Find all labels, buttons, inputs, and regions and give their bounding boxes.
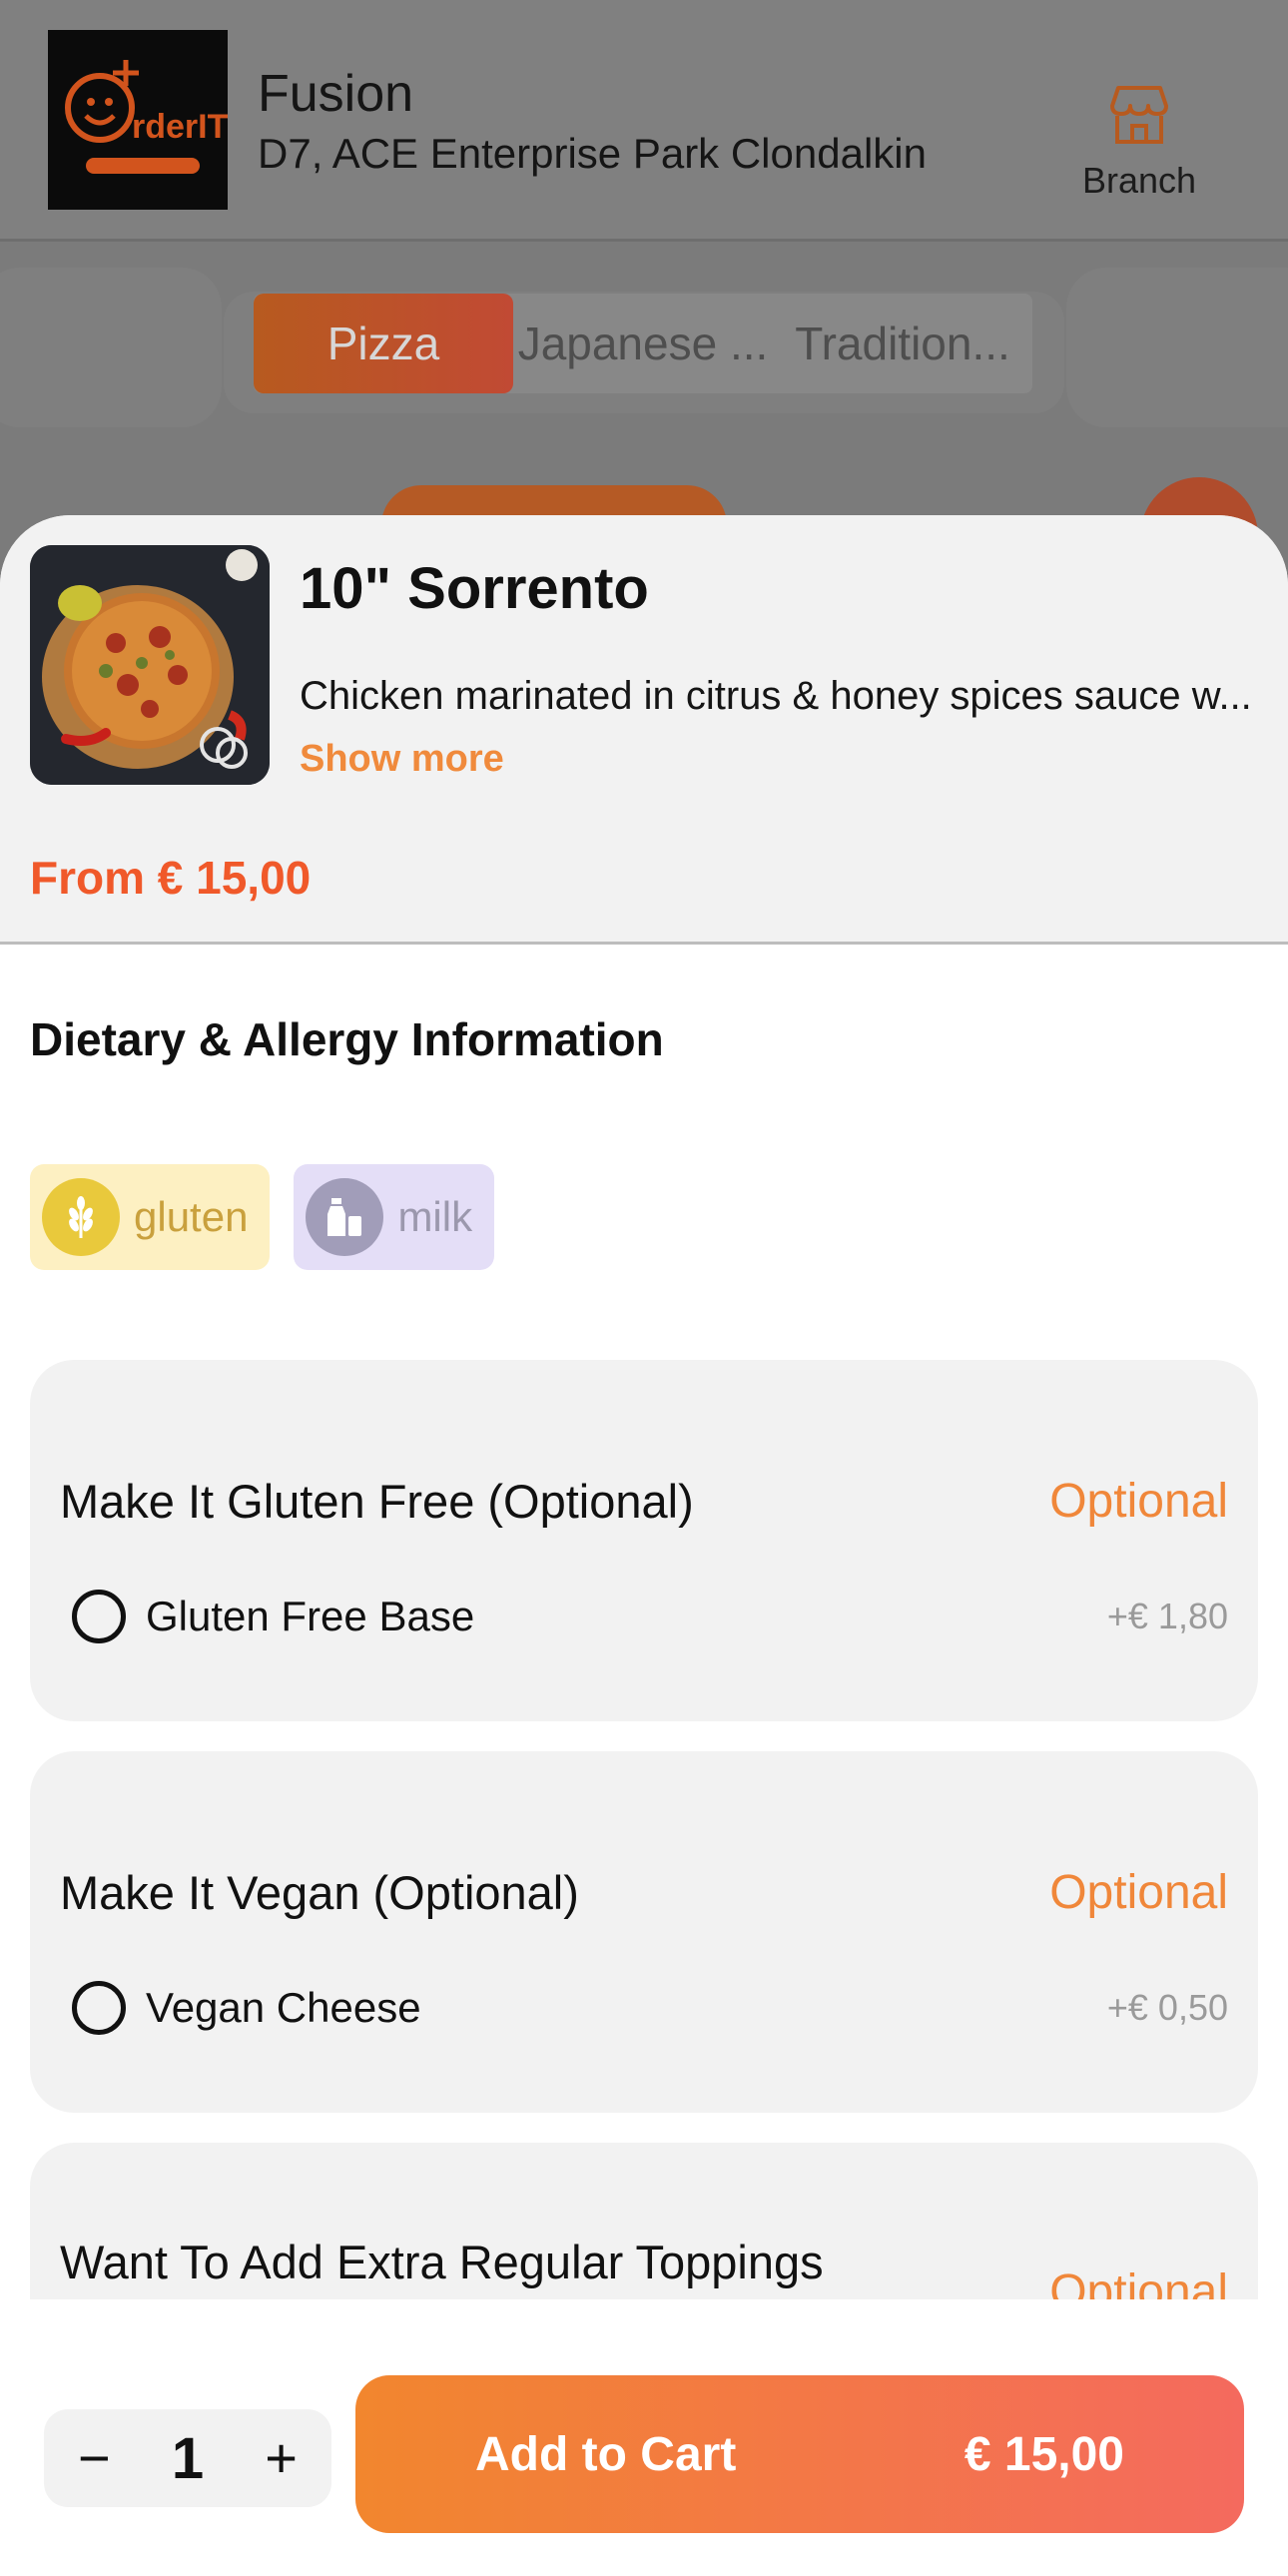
allergy-section-title: Dietary & Allergy Information [30,1013,664,1065]
show-more-link[interactable]: Show more [300,738,504,780]
svg-text:rderIT: rderIT [132,108,228,146]
option-group-vegan: Make It Vegan (Optional) Optional Vegan … [30,1751,1258,2113]
product-image [30,545,270,785]
product-description: Chicken marinated in citrus & honey spic… [300,665,1258,790]
product-summary: 10" Sorrento Chicken marinated in citrus… [0,515,1288,945]
option-label: Vegan Cheese [146,1984,421,2031]
option-group-gluten-free: Make It Gluten Free (Optional) Optional … [30,1360,1258,1721]
quantity-stepper: − 1 + [44,2409,331,2507]
storefront-icon [1110,86,1168,144]
option-group-title: Make It Gluten Free (Optional) [60,1475,694,1528]
tab-pizza[interactable]: Pizza [254,294,513,393]
app-header: rderIT Fusion D7, ACE Enterprise Park Cl… [0,0,1288,242]
description-text: Chicken marinated in citrus & honey spic… [300,674,1252,718]
option-gluten-free-base[interactable]: Gluten Free Base +€ 1,80 [72,1590,1228,1643]
increase-quantity-button[interactable]: + [265,2430,298,2486]
quantity-value: 1 [171,2425,205,2491]
optional-badge: Optional [1049,1866,1228,1919]
option-vegan-cheese[interactable]: Vegan Cheese +€ 0,50 [72,1981,1228,2035]
allergen-chip-gluten: gluten [30,1164,271,1270]
cart-total: € 15,00 [964,2427,1124,2481]
option-price: +€ 1,80 [1106,1596,1228,1636]
decrease-quantity-button[interactable]: − [78,2430,111,2486]
branch-label: Branch [1081,160,1197,201]
tab-traditional[interactable]: Tradition... [773,294,1032,393]
price-from: From € 15,00 [30,852,312,904]
wheat-icon [42,1178,120,1256]
product-sheet: 10" Sorrento Chicken marinated in citrus… [0,515,1288,2576]
branch-button[interactable]: Branch [1054,80,1224,202]
product-title: 10" Sorrento [300,556,649,621]
tab-japanese[interactable]: Japanese ... [513,294,773,393]
radio-button[interactable] [72,1590,126,1643]
cart-footer: − 1 + Add to Cart € 15,00 [0,2299,1288,2576]
allergen-chips: gluten milk [30,1164,495,1270]
orderit-logo: rderIT [48,30,229,210]
option-price: +€ 0,50 [1106,1987,1228,2028]
allergen-chip-milk: milk [294,1164,495,1270]
option-label: Gluten Free Base [146,1593,475,1639]
store-name: Fusion [258,65,414,123]
milk-bottle-icon [306,1178,384,1256]
allergen-label: gluten [134,1193,249,1240]
optional-badge: Optional [1049,1475,1228,1528]
option-group-title: Make It Vegan (Optional) [60,1866,579,1919]
category-tabs: Pizza Japanese ... Tradition... [0,268,1288,427]
radio-button[interactable] [72,1981,126,2035]
add-to-cart-label: Add to Cart [475,2427,737,2481]
allergen-label: milk [397,1193,473,1240]
add-to-cart-button[interactable]: Add to Cart € 15,00 [355,2375,1244,2533]
store-address: D7, ACE Enterprise Park Clondalkin [258,130,927,177]
